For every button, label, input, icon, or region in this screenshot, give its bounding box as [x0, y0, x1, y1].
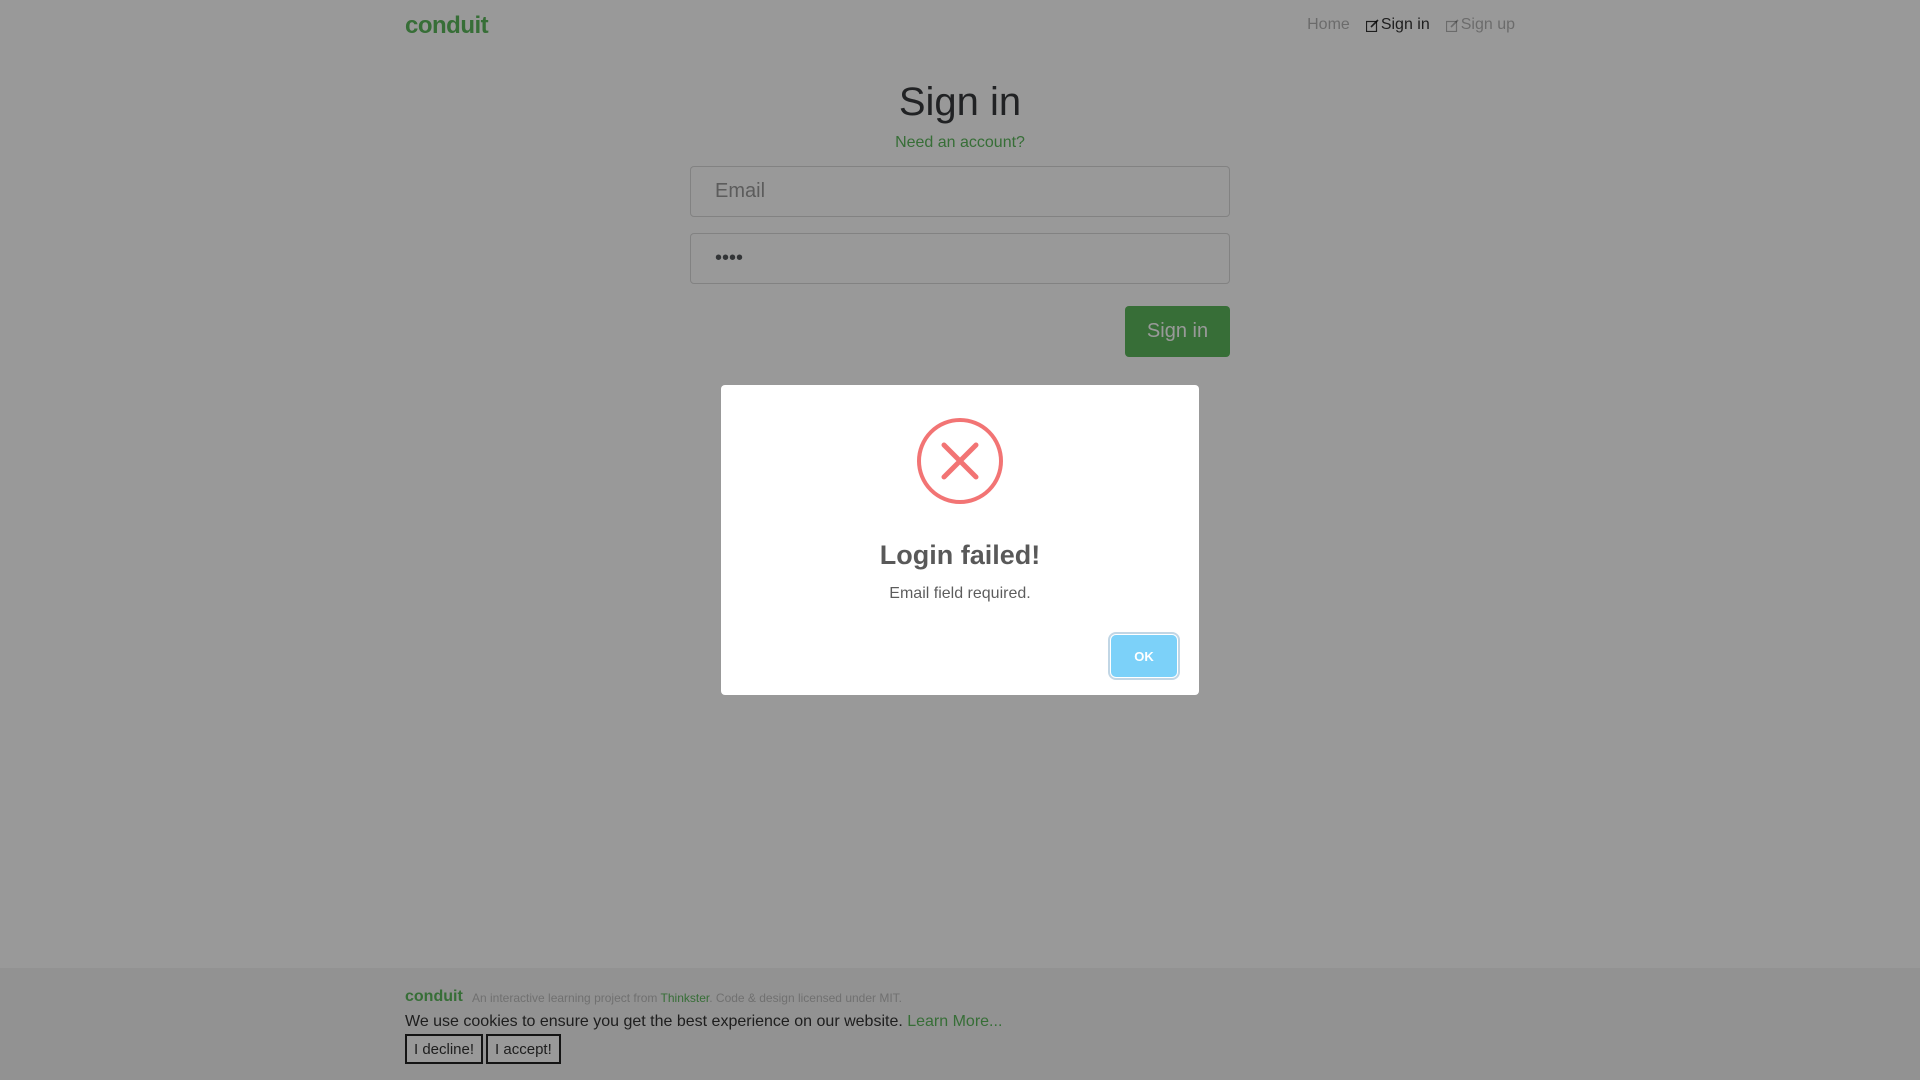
error-x-icon — [917, 418, 1003, 504]
ok-button[interactable]: OK — [1111, 635, 1177, 677]
dialog-message: Email field required. — [889, 585, 1031, 602]
page: conduit Home Sign in Sign up Sign in Nee… — [0, 0, 1920, 1080]
error-dialog: Login failed! Email field required. OK — [721, 385, 1199, 695]
dialog-title: Login failed! — [879, 540, 1041, 570]
